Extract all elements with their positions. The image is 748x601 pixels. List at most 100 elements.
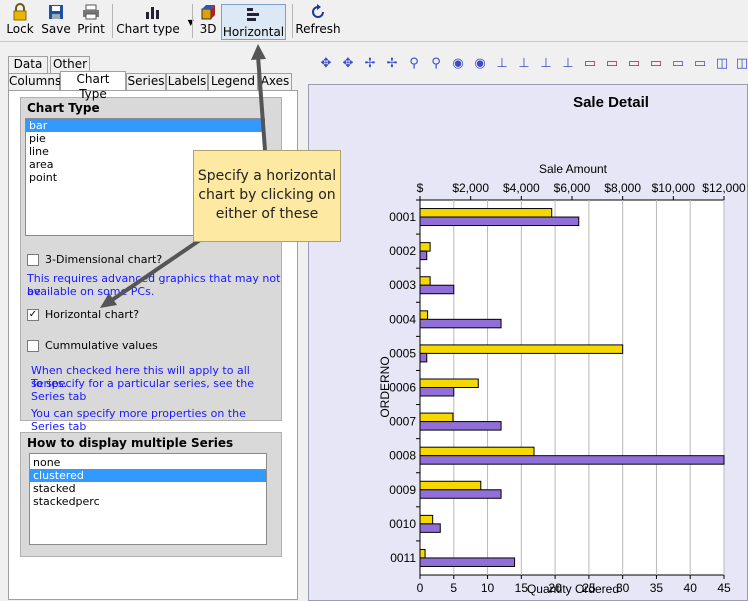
bar-quantity-ordered — [419, 557, 516, 567]
chart-type-group: Chart Type bar pie line area point 3-Dim… — [20, 97, 282, 433]
chart-type-text: Chart type — [116, 22, 180, 36]
lock-icon — [12, 2, 28, 22]
horizontal-button[interactable]: Horizontal — [221, 4, 286, 40]
top-tick-label: $ — [417, 181, 424, 195]
chart-title: Sale Detail — [573, 94, 649, 111]
cumulative-checkbox-box[interactable] — [27, 339, 39, 352]
category-label: 0010 — [389, 517, 416, 531]
list-item-bar[interactable]: bar — [26, 119, 264, 132]
chart-panel: ✥ ✥ ✢ ✢ ⚲ ⚲ ◉ ◉ ⊥ ⊥ ⊥ ⊥ ▭ ▭ ▭ ▭ ▭ ▭ ◫ ◫ … — [300, 42, 748, 601]
refresh-button[interactable]: Refresh — [295, 2, 341, 40]
axis-icon[interactable]: ⊥ — [516, 56, 532, 72]
category-label: 0004 — [389, 312, 416, 326]
category-label: 0011 — [390, 551, 416, 565]
axis-icon[interactable]: ⊥ — [494, 56, 510, 72]
print-label: Print — [77, 22, 105, 36]
tab-legend[interactable]: Legend — [208, 73, 258, 90]
tab-columns[interactable]: Columns — [8, 73, 61, 90]
box-icon[interactable]: ▭ — [692, 56, 708, 72]
cube-icon[interactable]: ◫ — [734, 56, 748, 72]
print-button[interactable]: Print — [76, 2, 106, 40]
list-item-stacked[interactable]: stacked — [30, 482, 266, 495]
list-item-stackedperc[interactable]: stackedperc — [30, 495, 266, 508]
toolbar-separator — [192, 4, 193, 38]
zoom-icon[interactable]: ⚲ — [428, 56, 444, 72]
box-icon[interactable]: ▭ — [670, 56, 686, 72]
horizontal-bar-icon — [246, 5, 262, 25]
checkmark-icon[interactable]: ✓ — [27, 308, 39, 321]
callout-box: Specify a horizontal chart by clicking o… — [193, 150, 341, 242]
callout-line-3: either of these — [215, 206, 319, 222]
bar-sale-amount — [419, 378, 479, 388]
bar-sale-amount — [419, 514, 434, 525]
tab-data[interactable]: Data — [8, 56, 48, 73]
tab-labels[interactable]: Labels — [166, 73, 208, 90]
box-icon[interactable]: ▭ — [648, 56, 664, 72]
axis-icon[interactable]: ⊥ — [560, 56, 576, 72]
box-icon[interactable]: ▭ — [582, 56, 598, 72]
view-icon[interactable]: ◉ — [472, 56, 488, 72]
bar-quantity-ordered — [419, 523, 441, 533]
category-label: 0009 — [389, 483, 416, 497]
horizontal-checkbox[interactable]: ✓ Horizontal chart? — [27, 308, 139, 321]
save-label: Save — [41, 22, 71, 36]
axis-icon[interactable]: ⊥ — [538, 56, 554, 72]
bottom-tick-label: 0 — [417, 581, 424, 595]
callout-line-2: chart by clicking on — [198, 187, 336, 203]
list-item-none[interactable]: none — [30, 456, 266, 469]
category-label: 0001 — [389, 210, 416, 224]
chart-tools-strip: ✥ ✥ ✢ ✢ ⚲ ⚲ ◉ ◉ ⊥ ⊥ ⊥ ⊥ ▭ ▭ ▭ ▭ ▭ ▭ ◫ ◫ — [308, 52, 748, 80]
refresh-icon — [310, 2, 326, 22]
bar-sale-amount — [419, 548, 426, 559]
view-icon[interactable]: ◉ — [450, 56, 466, 72]
list-item-clustered[interactable]: clustered — [30, 469, 266, 482]
category-label: 0005 — [389, 346, 416, 360]
multiple-series-list[interactable]: none clustered stacked stackedperc — [29, 453, 267, 545]
three-d-checkbox-label: 3-Dimensional chart? — [45, 253, 163, 266]
save-button[interactable]: Save — [40, 2, 72, 40]
rotate-icon[interactable]: ✢ — [362, 56, 378, 72]
zoom-icon[interactable]: ⚲ — [406, 56, 422, 72]
rotate-icon[interactable]: ✢ — [384, 56, 400, 72]
bar-chart-icon — [145, 2, 161, 22]
category-label: 0006 — [389, 381, 416, 395]
cube-icon[interactable]: ◫ — [714, 56, 730, 72]
horizontal-checkbox-label: Horizontal chart? — [45, 308, 140, 321]
cumulative-checkbox[interactable]: Cummulative values — [27, 339, 158, 352]
chart-svg: 0 5 10 15 20 25 30 35 40 45$ $2,000 $4,000 $6,000 $8,… — [378, 94, 746, 596]
bottom-tick-label: 5 — [450, 581, 457, 595]
tab-chart-type[interactable]: Chart Type — [60, 71, 126, 101]
settings-panel: Data Other Columns Chart Type Series Lab… — [0, 42, 300, 601]
bar-quantity-ordered — [419, 421, 502, 431]
chart-type-button[interactable]: Chart type ▼ — [116, 2, 194, 40]
bottom-tick-label: 40 — [684, 581, 698, 595]
move-icon[interactable]: ✥ — [340, 56, 356, 72]
bar-quantity-ordered — [419, 387, 455, 397]
toolbar-separator — [112, 4, 113, 38]
bar-quantity-ordered — [419, 318, 502, 329]
three-d-checkbox-box[interactable] — [27, 253, 39, 266]
box-icon[interactable]: ▭ — [604, 56, 620, 72]
top-axis-label: Sale Amount — [539, 162, 608, 176]
bar-sale-amount — [419, 480, 482, 491]
chart-area: 0 5 10 15 20 25 30 35 40 45 $ $2,000 $4,000 $6,000 $8,… — [308, 84, 748, 601]
main-toolbar: Lock Save Print Chart type ▼ 3D Horizont… — [0, 0, 748, 42]
cumulative-checkbox-label: Cummulative values — [45, 339, 158, 352]
bar-quantity-ordered — [419, 250, 428, 261]
box-icon[interactable]: ▭ — [626, 56, 642, 72]
top-tick-label: $6,000 — [554, 181, 591, 195]
tab-series[interactable]: Series — [126, 73, 166, 90]
bar-quantity-ordered — [419, 216, 580, 227]
bar-quantity-ordered — [419, 455, 725, 465]
three-d-checkbox[interactable]: 3-Dimensional chart? — [27, 253, 162, 266]
multiple-series-title: How to display multiple Series — [27, 436, 234, 450]
list-item-pie[interactable]: pie — [26, 132, 264, 145]
lock-button[interactable]: Lock — [4, 2, 36, 40]
3d-button[interactable]: 3D — [197, 2, 219, 40]
category-label: 0008 — [389, 449, 416, 463]
chart-type-group-title: Chart Type — [27, 101, 100, 115]
move-icon[interactable]: ✥ — [318, 56, 334, 72]
callout-line-1: Specify a horizontal — [197, 168, 337, 184]
tab-axes[interactable]: Axes — [258, 73, 292, 90]
3d-chart-icon — [200, 2, 216, 22]
